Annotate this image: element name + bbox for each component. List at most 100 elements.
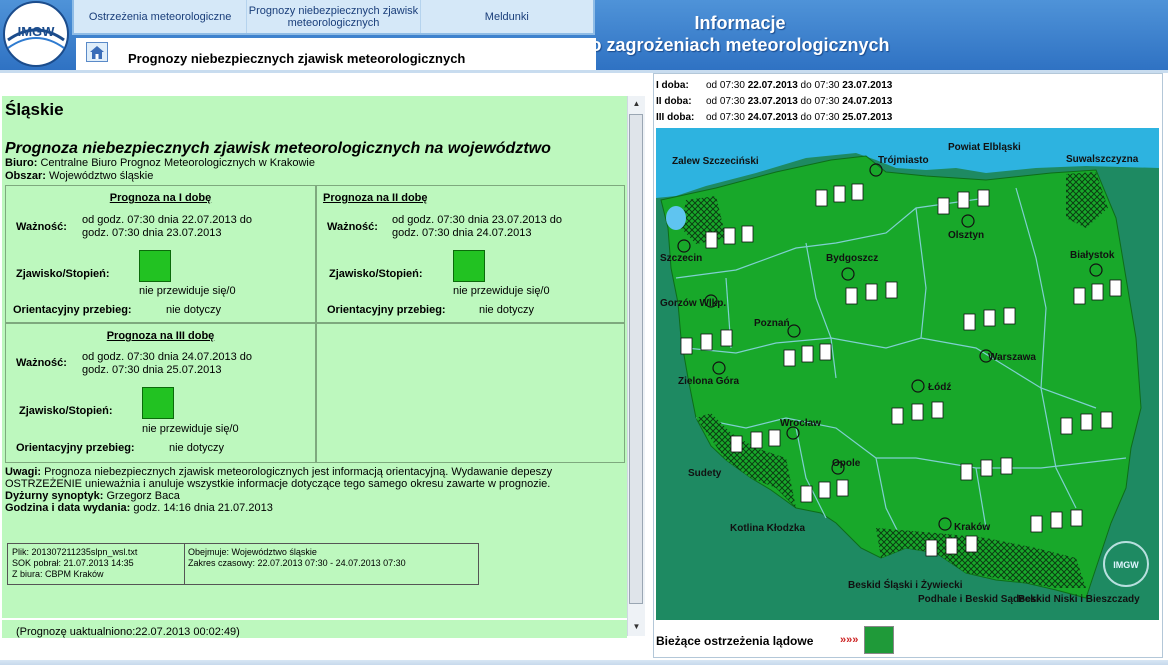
period-start-date: 24.07.2013 (747, 112, 798, 123)
biuro-label: Biuro: (5, 157, 38, 169)
period-label: I doba: (656, 80, 689, 91)
orient-value: nie dotyczy (166, 304, 222, 316)
obejmuje-line: Obejmuje: Województwo śląskie (188, 547, 317, 557)
logo-text: IMGW (18, 24, 56, 39)
map-label-trojmiasto: Trójmiasto (878, 155, 929, 166)
forecast-day-3: Prognoza na III dobę Ważność: od godz. 0… (5, 323, 316, 463)
scroll-thumb[interactable] (629, 114, 643, 604)
orient-label: Orientacyjny przebieg: (327, 304, 446, 316)
obszar-value: Województwo śląskie (49, 170, 154, 182)
forecast-day-title[interactable]: Prognoza na II dobę (323, 192, 428, 204)
waznosc-value: od godz. 07:30 dnia 24.07.2013 do godz. 0… (82, 351, 252, 377)
phenomenon-value: nie przewiduje się/0 (139, 285, 236, 297)
waznosc-from: od godz. 07:30 dnia 23.07.2013 do (392, 214, 563, 226)
forecast-day-title[interactable]: Prognoza na I dobę (6, 192, 315, 204)
forecast-empty-cell (316, 323, 625, 463)
forecast-day-title[interactable]: Prognoza na III dobę (6, 330, 315, 342)
map-watermark-logo: IMGW (1103, 541, 1149, 587)
period-prefix: od 07:30 (706, 96, 748, 107)
zjawisko-label: Zjawisko/Stopień: (16, 268, 110, 280)
map-label-opole: Opole (832, 458, 861, 469)
zalew-water (666, 206, 686, 230)
obszar-label: Obszar: (5, 170, 46, 182)
waznosc-label: Ważność: (16, 357, 67, 369)
phenomenon-value: nie przewiduje się/0 (453, 285, 550, 297)
map-label-bydgoszcz: Bydgoszcz (826, 253, 878, 264)
waznosc-to: godz. 07:30 dnia 24.07.2013 (392, 227, 532, 239)
nav-prognozy[interactable]: Prognozy niebezpiecznych zjawisk meteoro… (247, 0, 421, 33)
waznosc-from: od godz. 07:30 dnia 22.07.2013 do (82, 214, 253, 226)
home-icon[interactable] (86, 42, 108, 62)
scroll-down-icon[interactable]: ▼ (628, 620, 645, 634)
map-label-elblag: Powiat Elbląski (948, 142, 1021, 153)
vertical-scrollbar[interactable]: ▲ ▼ (627, 96, 645, 636)
orient-label: Orientacyjny przebieg: (16, 442, 135, 454)
period-prefix: od 07:30 (706, 112, 748, 123)
map-label-zielona-gora: Zielona Góra (678, 376, 740, 387)
period-row-2: II doba: od 07:30 23.07.2013 do 07:30 24.… (656, 96, 892, 107)
imgw-logo[interactable]: IMGW (0, 0, 76, 70)
sok-line: SOK pobrał: 21.07.2013 14:35 (12, 558, 134, 568)
godzina-value: godz. 14:16 dnia 21.07.2013 (133, 502, 273, 514)
notes-section: Uwagi: Prognoza niebezpiecznych zjawisk … (5, 466, 625, 514)
waznosc-value: od godz. 07:30 dnia 22.07.2013 do godz. 0… (82, 214, 252, 240)
file-info-right: Obejmuje: Województwo śląskie Zakres cza… (188, 547, 406, 569)
uwagi-line: Uwagi: Prognoza niebezpiecznych zjawisk … (5, 466, 625, 490)
obszar-line: Obszar: Województwo śląskie (5, 170, 153, 182)
file-info-left: Plik: 201307211235slpn_wsl.txt SOK pobra… (12, 547, 137, 580)
period-middle: do 07:30 (797, 80, 843, 91)
period-prefix: od 07:30 (706, 80, 748, 91)
period-label: III doba: (656, 112, 695, 123)
update-bar: (Prognozę uaktualniono:22.07.2013 00:02:… (2, 618, 627, 638)
period-end-date: 24.07.2013 (842, 96, 893, 107)
poland-map[interactable]: Zalew Szczeciński Trójmiasto Powiat Elbl… (656, 128, 1159, 620)
file-info-box: Plik: 201307211235slpn_wsl.txt SOK pobra… (7, 543, 479, 585)
waznosc-to: godz. 07:30 dnia 23.07.2013 (82, 227, 222, 239)
uwagi-text: Prognoza niebezpiecznych zjawisk meteoro… (5, 466, 553, 490)
biuro-line: Biuro: Centralne Biuro Prognoz Meteorolo… (5, 157, 315, 169)
map-label-suwalszczyzna: Suwalszczyzna (1066, 154, 1139, 165)
period-row-1: I doba: od 07:30 22.07.2013 do 07:30 23.0… (656, 80, 892, 91)
plik-line: Plik: 201307211235slpn_wsl.txt (12, 547, 138, 557)
orient-label: Orientacyjny przebieg: (13, 304, 132, 316)
synoptyk-line: Dyżurny synoptyk: Grzegorz Baca (5, 490, 625, 502)
phenomenon-value: nie przewiduje się/0 (142, 423, 239, 435)
map-label-zalew: Zalew Szczeciński (672, 156, 759, 167)
file-info-separator (184, 544, 185, 584)
page-subtitle: Prognozy niebezpiecznych zjawisk meteoro… (128, 51, 466, 66)
watermark-text: IMGW (1113, 560, 1139, 570)
map-label-lodz: Łódź (928, 382, 951, 393)
map-label-krakow: Kraków (954, 522, 990, 533)
godzina-label: Godzina i data wydania: (5, 502, 131, 514)
map-label-szczecin: Szczecin (660, 253, 702, 264)
top-navigation: Ostrzeżenia meteorologiczne Prognozy nie… (72, 0, 595, 35)
legend-label[interactable]: Bieżące ostrzeżenia lądowe (656, 634, 813, 648)
forecast-day-1: Prognoza na I dobę Ważność: od godz. 07:… (5, 185, 316, 323)
update-text: (Prognozę uaktualniono:22.07.2013 00:02:… (16, 626, 240, 638)
period-label: II doba: (656, 96, 692, 107)
zakres-line: Zakres czasowy: 22.07.2013 07:30 - 24.07… (188, 558, 406, 568)
legend-arrows-icon: »»» (840, 634, 859, 646)
warnings-map-thumbnail[interactable] (864, 626, 894, 654)
scroll-up-icon[interactable]: ▲ (628, 97, 645, 111)
map-label-warszawa: Warszawa (988, 352, 1036, 363)
synoptyk-label: Dyżurny synoptyk: (5, 490, 104, 502)
map-label-beskid-niski: Beskid Niski i Bieszczady (1018, 594, 1140, 605)
godzina-line: Godzina i data wydania: godz. 14:16 dnia… (5, 502, 625, 514)
subtitle-bar: Prognozy niebezpiecznych zjawisk meteoro… (76, 38, 596, 70)
orient-value: nie dotyczy (169, 442, 225, 454)
waznosc-label: Ważność: (327, 221, 378, 233)
zjawisko-label: Zjawisko/Stopień: (329, 268, 423, 280)
uwagi-label: Uwagi: (5, 466, 42, 478)
biuro-value: Centralne Biuro Prognoz Meteorologicznyc… (40, 157, 315, 169)
synoptyk-value: Grzegorz Baca (106, 490, 180, 502)
map-label-poznan: Poznań (754, 318, 790, 329)
waznosc-value: od godz. 07:30 dnia 23.07.2013 do godz. 0… (392, 214, 562, 240)
map-label-bialystok: Białystok (1070, 250, 1115, 261)
waznosc-label: Ważność: (16, 221, 67, 233)
header-title-line1: Informacje (694, 13, 786, 33)
header-bar: IMGW Ostrzeżenia meteorologiczne Prognoz… (0, 0, 1168, 70)
degree-square (139, 250, 171, 282)
zbiura-line: Z biura: CBPM Kraków (12, 569, 104, 579)
nav-ostrzezenia[interactable]: Ostrzeżenia meteorologiczne (74, 0, 248, 33)
